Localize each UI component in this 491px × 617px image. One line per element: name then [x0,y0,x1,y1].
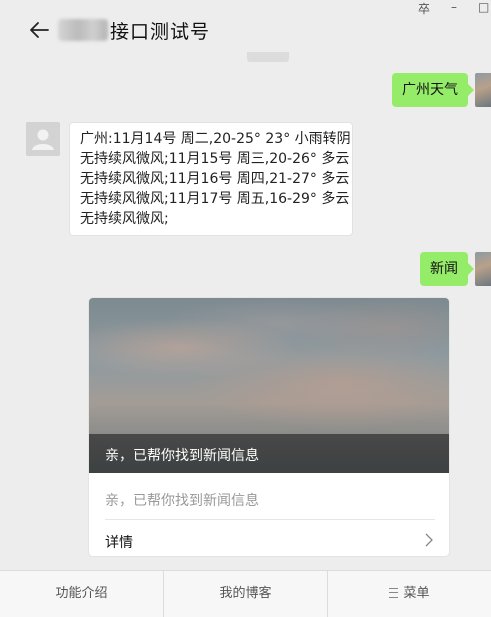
menu-item-label: 我的博客 [219,586,272,601]
pin-icon[interactable]: 卒 [418,0,430,17]
page-title: 接口测试号 [110,20,211,43]
my-message-bubble[interactable]: 广州天气 [392,73,474,107]
menu-item-menu[interactable]: 菜单 [328,571,491,617]
bottom-menu-bar: 功能介绍 我的博客 菜单 [0,570,491,617]
back-arrow-icon[interactable] [28,19,50,41]
menu-item-label: 功能介绍 [55,586,108,601]
news-caption: 亲，已帮你找到新闻信息 [105,448,259,464]
chat-title: 接口测试号 [58,16,210,44]
news-detail-link[interactable]: 详情 [105,532,133,552]
menu-item-features[interactable]: 功能介绍 [0,571,164,617]
message-text: 新闻 [430,261,458,277]
news-description: 亲，已帮你找到新闻信息 [105,493,259,509]
minimize-icon[interactable]: – [451,0,457,14]
timestamp-chip [247,52,289,62]
menu-item-blog[interactable]: 我的博客 [164,571,328,617]
blurred-name [58,19,108,41]
weather-line: 广州:11月14号 周二,20-25° 23° 小雨转阴 [80,131,351,147]
weather-line: 无持续风微风;11月15号 周三,20-26° 多云 [80,151,350,167]
divider [105,519,435,520]
chevron-right-icon[interactable] [423,533,435,547]
bot-message-bubble[interactable]: 广州:11月14号 周二,20-25° 23° 小雨转阴 无持续风微风;11月1… [69,122,353,236]
news-card[interactable]: 亲，已帮你找到新闻信息 亲，已帮你找到新闻信息 详情 [89,298,449,556]
menu-icon [389,587,399,598]
my-avatar[interactable] [475,73,491,107]
title-bar: 卒 – □ 接口测试号 [0,0,491,56]
default-avatar-icon [32,129,54,150]
my-message-bubble[interactable]: 新闻 [420,252,474,286]
message-text: 广州天气 [402,82,458,98]
bot-avatar[interactable] [26,122,60,156]
weather-line: 无持续风微风; [80,211,169,227]
my-avatar[interactable] [475,252,491,286]
maximize-icon[interactable]: □ [478,0,489,14]
weather-line: 无持续风微风;11月16号 周四,21-27° 多云 [80,171,350,187]
menu-item-label: 菜单 [403,586,430,601]
weather-line: 无持续风微风;11月17号 周五,16-29° 多云 [80,191,350,207]
